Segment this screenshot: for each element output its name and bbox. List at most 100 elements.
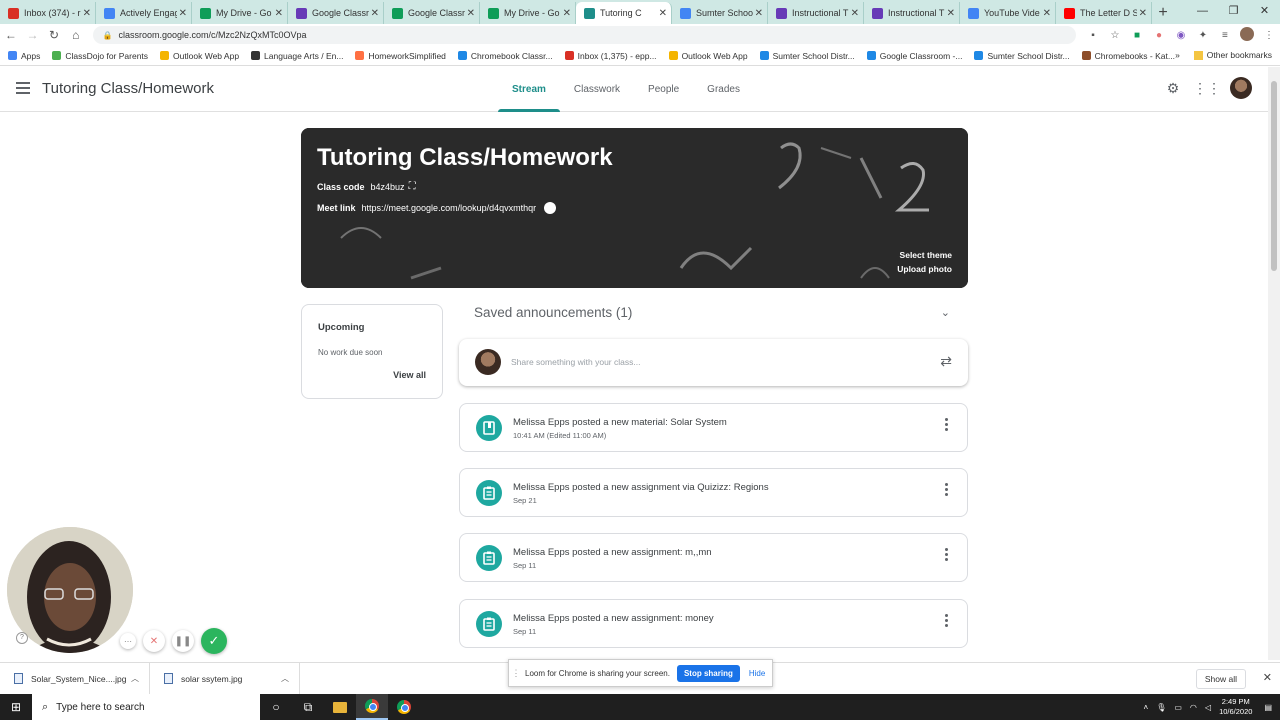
share-box[interactable]: Share something with your class... ⇄ (459, 339, 968, 386)
other-bookmarks[interactable]: » Other bookmarks (1175, 50, 1272, 60)
bookmark-item[interactable]: Chromebooks - Kat... (1081, 51, 1175, 61)
scrollbar-thumb[interactable] (1271, 81, 1277, 271)
close-downloads-icon[interactable]: ✕ (1263, 671, 1272, 684)
chrome-taskbar-icon[interactable] (388, 694, 420, 720)
stream-post[interactable]: Melissa Epps posted a new assignment: m,… (459, 533, 968, 582)
bookmark-item[interactable]: Sumter School Distr... (759, 51, 855, 61)
star-icon[interactable]: ☆ (1104, 30, 1126, 41)
taskbar-search[interactable]: ⌕ Type here to search (32, 694, 260, 720)
close-tab-icon[interactable]: ✕ (851, 8, 859, 19)
puzzle-icon[interactable]: ✦ (1192, 30, 1214, 41)
close-tab-icon[interactable]: ✕ (947, 8, 955, 19)
pause-icon[interactable]: ❚❚ (172, 630, 194, 652)
browser-tab[interactable]: Sumter Schoo ✕ (672, 2, 768, 24)
cortana-icon[interactable]: ○ (260, 694, 292, 720)
browser-tab[interactable]: Actively Engag ✕ (96, 2, 192, 24)
upload-photo-link[interactable]: Upload photo (897, 262, 952, 276)
page-scrollbar[interactable] (1268, 67, 1280, 660)
close-tab-icon[interactable]: ✕ (563, 8, 571, 19)
restore-icon[interactable]: ❐ (1218, 0, 1249, 24)
close-tab-icon[interactable]: ✕ (179, 8, 187, 19)
fullscreen-icon[interactable]: ⛶ (409, 181, 416, 192)
tab-people[interactable]: People (634, 67, 693, 112)
stream-post[interactable]: Melissa Epps posted a new material: Sola… (459, 403, 968, 452)
windows-start-icon[interactable]: ⊞ (0, 700, 32, 714)
help-icon[interactable]: ? (16, 632, 28, 644)
close-tab-icon[interactable]: ✕ (755, 8, 763, 19)
task-view-icon[interactable]: ⧉ (292, 694, 324, 720)
hamburger-menu-icon[interactable] (16, 82, 30, 94)
notifications-icon[interactable]: ▤ (1264, 703, 1272, 712)
menu-icon[interactable]: ⋮ (1258, 30, 1280, 41)
more-options-icon[interactable] (945, 483, 949, 498)
account-avatar[interactable] (1230, 77, 1252, 99)
tab-stream[interactable]: Stream (498, 67, 560, 112)
meet-link-url[interactable]: https://meet.google.com/lookup/d4qvxmthq… (362, 203, 537, 213)
more-options-icon[interactable]: ⋯ (120, 633, 136, 649)
extension-icon[interactable]: ◉ (1170, 30, 1192, 41)
browser-tab[interactable]: My Drive - Go ✕ (192, 2, 288, 24)
close-tab-icon[interactable]: ✕ (371, 8, 379, 19)
class-title[interactable]: Tutoring Class/Homework (42, 80, 214, 97)
close-tab-icon[interactable]: ✕ (659, 8, 667, 19)
microphone-icon[interactable]: 🎙 (1156, 703, 1166, 712)
reload-icon[interactable]: ↻ (43, 28, 65, 42)
browser-tab[interactable]: Instructional T ✕ (768, 2, 864, 24)
browser-tab[interactable]: YouTube Vide ✕ (960, 2, 1056, 24)
camera-icon[interactable]: ▪ (1082, 30, 1104, 41)
close-tab-icon[interactable]: ✕ (83, 8, 91, 19)
post-title[interactable]: Melissa Epps posted a new assignment: m,… (513, 547, 712, 558)
browser-tab[interactable]: Google Classr ✕ (288, 2, 384, 24)
volume-icon[interactable]: ◁ (1205, 703, 1211, 712)
back-icon[interactable]: ← (0, 28, 22, 42)
forward-icon[interactable]: → (22, 28, 44, 42)
browser-tab[interactable]: Inbox (374) - r ✕ (0, 2, 96, 24)
tab-grades[interactable]: Grades (693, 67, 754, 112)
chevron-down-icon[interactable]: ⌄ (941, 306, 950, 319)
profile-avatar[interactable] (1236, 26, 1258, 44)
bookmark-item[interactable]: Outlook Web App (160, 51, 239, 61)
chevron-right-icon[interactable]: » (1175, 50, 1180, 60)
taskbar-clock[interactable]: 2:49 PM 10/6/2020 (1219, 697, 1252, 717)
bookmark-item[interactable]: Outlook Web App (668, 51, 748, 61)
stop-sharing-button[interactable]: Stop sharing (676, 664, 740, 682)
stream-post[interactable]: Melissa Epps posted a new assignment via… (459, 468, 968, 517)
video-camera-icon[interactable] (544, 202, 557, 214)
tab-classwork[interactable]: Classwork (560, 67, 634, 112)
close-tab-icon[interactable]: ✕ (1139, 8, 1147, 19)
drag-handle-icon[interactable]: ⋮ (509, 668, 523, 679)
bookmark-item[interactable]: Inbox (1,375) - epp... (564, 51, 657, 61)
hide-button[interactable]: Hide (749, 669, 765, 678)
file-explorer-icon[interactable] (324, 694, 356, 720)
share-placeholder[interactable]: Share something with your class... (511, 357, 640, 367)
extension-icon[interactable]: ● (1148, 30, 1170, 41)
download-item[interactable]: Solar_System_Nice....jpg ︿ (0, 662, 150, 695)
more-options-icon[interactable] (945, 548, 949, 563)
wifi-icon[interactable]: ◠ (1190, 703, 1197, 712)
apps-grid-icon[interactable]: ⋮⋮ (1190, 80, 1224, 97)
post-title[interactable]: Melissa Epps posted a new assignment via… (513, 482, 769, 493)
close-tab-icon[interactable]: ✕ (467, 8, 475, 19)
bookmark-item[interactable]: Google Classroom -... (866, 51, 962, 61)
browser-tab[interactable]: Google Classr ✕ (384, 2, 480, 24)
address-bar[interactable]: 🔒 classroom.google.com/c/Mzc2NzQxMTc0OVp… (92, 26, 1076, 44)
browser-tab[interactable]: My Drive - Go ✕ (480, 2, 576, 24)
cancel-recording-icon[interactable]: ✕ (143, 630, 165, 652)
view-all-link[interactable]: View all (393, 370, 426, 380)
stream-post[interactable]: Melissa Epps posted a new assignment: mo… (459, 599, 968, 648)
bookmark-item[interactable]: Sumter School Distr... (974, 51, 1070, 61)
chevron-up-icon[interactable]: ︿ (131, 673, 139, 684)
bookmark-item[interactable]: Language Arts / En... (251, 51, 343, 61)
close-tab-icon[interactable]: ✕ (275, 8, 283, 19)
extension-icon[interactable]: ■ (1126, 30, 1148, 41)
bookmark-item[interactable]: HomeworkSimplified (355, 51, 446, 61)
home-icon[interactable]: ⌂ (65, 28, 87, 42)
finish-recording-icon[interactable]: ✓ (201, 628, 227, 654)
minimize-icon[interactable]: — (1187, 0, 1218, 24)
show-all-button[interactable]: Show all (1195, 669, 1246, 689)
saved-announcements[interactable]: Saved announcements (1) ⌄ (474, 304, 968, 324)
new-tab-icon[interactable]: + (1152, 2, 1174, 24)
bookmark-item[interactable]: Chromebook Classr... (457, 51, 553, 61)
select-theme-link[interactable]: Select theme (897, 248, 952, 262)
browser-tab[interactable]: Instructional T ✕ (864, 2, 960, 24)
